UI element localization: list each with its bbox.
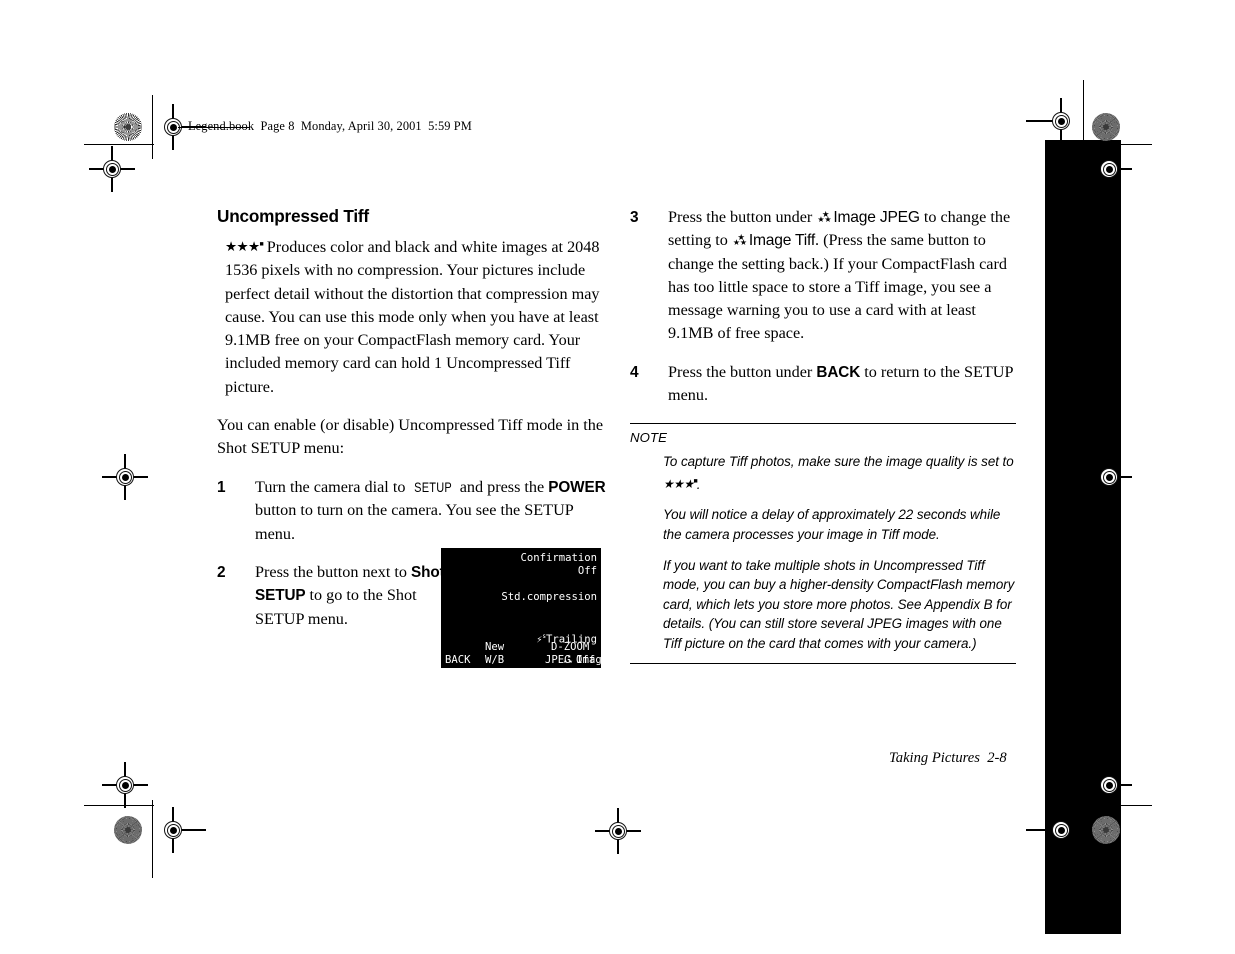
chapter-thumb-tab (1045, 140, 1121, 934)
step-3-image-tiff-label: Image Tiff (748, 232, 816, 250)
lcd-dzoom-bottom: Off (576, 654, 596, 666)
registration-mark-right-middle (1086, 454, 1132, 500)
step-2: 2 Press the button next to Shot SETUP to… (217, 561, 455, 631)
lcd-compression-value: Std.compression (501, 591, 597, 603)
page-title: Uncompressed Tiff (217, 206, 369, 226)
camera-lcd-figure: Confirmation Off Std.compression ⚡sTrail… (441, 548, 608, 668)
lcd-wb-top: New (485, 641, 505, 653)
step-1-power-label: POWER (548, 478, 606, 496)
step-4-text-a: Press the button under (668, 362, 817, 381)
lcd-confirmation-value: Off (577, 565, 597, 577)
step-1-text-c: button to turn on the camera. You see th… (255, 501, 574, 543)
step-1: 1 Turn the camera dial to SETUP and pres… (217, 476, 609, 546)
lcd-back-label: BACK (445, 654, 471, 666)
step-2-text-a: Press the button next to (255, 563, 412, 582)
registration-mark-bottom-right (1026, 807, 1074, 853)
step-4-back-label: BACK (816, 363, 861, 381)
crop-rule-right-upper (1096, 144, 1152, 146)
enable-paragraph: You can enable (or disable) Uncompressed… (217, 416, 604, 458)
intro-paragraph: ★★★■ Produces color and black and white … (217, 233, 609, 399)
step-4-number: 4 (630, 363, 639, 381)
registration-mark-bottom-left (160, 807, 207, 853)
quality-stars-icon-2: ★ ★ ★ (732, 232, 748, 247)
step-3-image-jpeg-label: Image JPEG (833, 209, 920, 226)
step-3-number: 3 (630, 209, 639, 226)
note-label: NOTE (630, 430, 668, 446)
lcd-confirmation-label: Confirmation (520, 552, 597, 564)
registration-mark-top-right (1026, 98, 1074, 144)
halftone-target-bottom-left (114, 816, 142, 844)
note-bottom-rule (630, 662, 1016, 664)
printed-page: Legend.book Page 8 Monday, April 30, 200… (0, 0, 1235, 954)
registration-mark-right-upper (1086, 146, 1132, 192)
quality-stars-glyph: ★★★■ (225, 239, 264, 254)
halftone-target-bottom-right (1092, 816, 1120, 844)
page-folio: Taking Pictures 2-8 (889, 750, 1007, 766)
halftone-target-top-right (1092, 113, 1120, 141)
step-1-text-b: and press the (455, 477, 549, 496)
step-1-text-a: Turn the camera dial to (255, 477, 410, 496)
crop-rule-bottom-left-v (152, 800, 154, 878)
lcd-image-bottom: JPEG (545, 654, 571, 666)
lcd-wb-bottom: W/B (485, 654, 505, 666)
crop-rule-right-lower (1096, 805, 1152, 807)
step-1-number: 1 (217, 478, 226, 496)
intro-paragraph-text: Produces color and black and white image… (225, 238, 600, 396)
step-1-lcd-word: SETUP (413, 480, 452, 496)
step-3: 3 Press the button under ★ ★ ★ Image JPEG t… (630, 206, 1022, 346)
lcd-dzoom-top: D-ZOOM (551, 641, 590, 653)
registration-mark-left-middle (102, 454, 148, 500)
halftone-target-top-left (114, 113, 142, 141)
registration-mark-bottom-center (595, 808, 641, 854)
step-4: 4 Press the button under BACK to return … (630, 361, 1022, 408)
crop-rule-top-left-v (152, 95, 154, 159)
note-paragraph-2: You will notice a delay of approximately… (663, 507, 1001, 543)
registration-mark-left-upper (89, 146, 135, 192)
crop-rule-left-lower (84, 805, 154, 807)
running-header: Legend.book Page 8 Monday, April 30, 200… (188, 119, 472, 133)
note-block: NOTE To capture Tiff photos, make sure t… (630, 423, 1016, 664)
note-top-rule (630, 423, 1016, 425)
note-paragraph-1: To capture Tiff photos, make sure the im… (663, 452, 1016, 494)
note-body: To capture Tiff photos, make sure the im… (630, 452, 1016, 653)
right-text-column: 3 Press the button under ★ ★ ★ Image JPEG t… (630, 206, 1022, 422)
step-3-text-a: Press the button under (668, 208, 817, 226)
registration-mark-right-lower (1086, 762, 1132, 808)
crop-rule-top-right-v (1083, 80, 1085, 142)
quality-stars-icon: ★ ★ ★ (817, 209, 832, 224)
quality-stars-glyph-note: ★★★■ (663, 476, 698, 491)
step-2-number: 2 (217, 564, 226, 582)
crop-rule-left-upper (84, 144, 154, 146)
note-paragraph-3: If you want to take multiple shots in Un… (663, 557, 1015, 652)
registration-mark-left-lower (102, 762, 148, 808)
